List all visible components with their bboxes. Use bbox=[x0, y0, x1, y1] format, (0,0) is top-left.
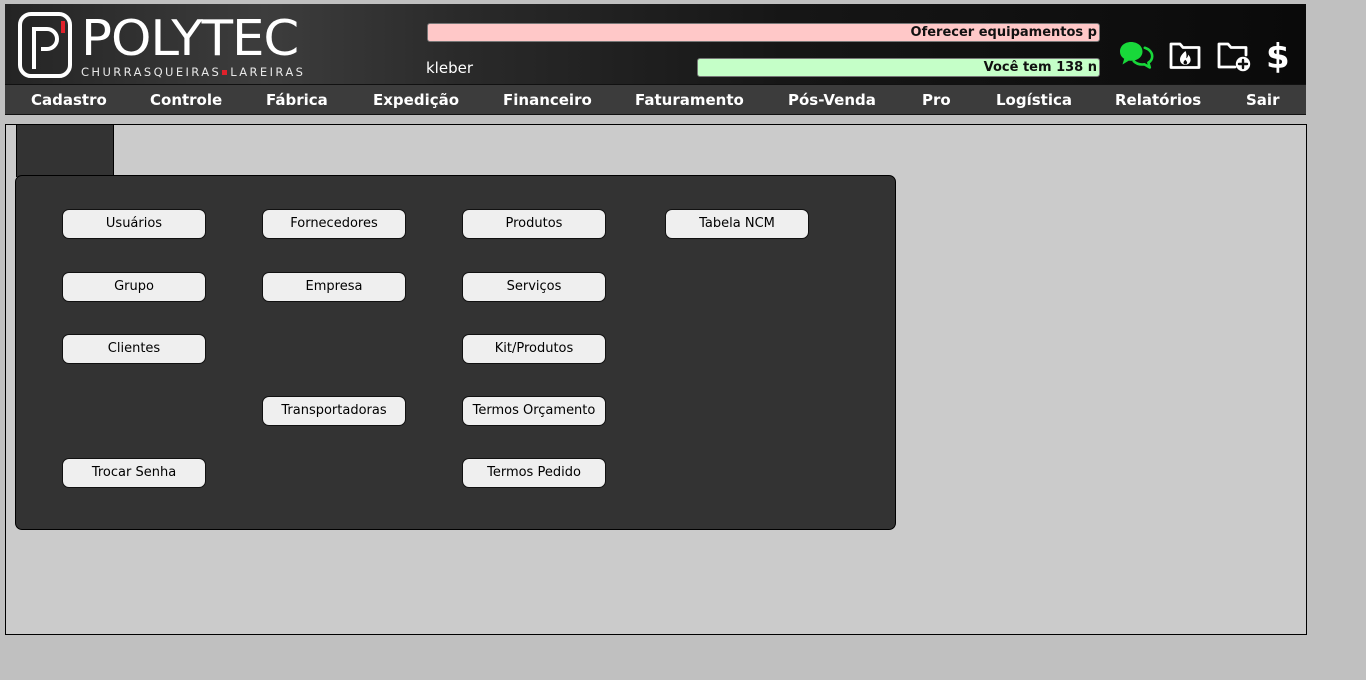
menu-faturamento[interactable]: Faturamento bbox=[635, 85, 744, 114]
menu-pos-venda[interactable]: Pós-Venda bbox=[788, 85, 876, 114]
menu-relatorios[interactable]: Relatórios bbox=[1115, 85, 1201, 114]
logo-subtitle-left: CHURRASQUEIRAS bbox=[81, 65, 222, 79]
chat-bubbles-icon[interactable] bbox=[1118, 39, 1154, 71]
header: POLYTEC CHURRASQUEIRAS LAREIRAS Oferecer … bbox=[5, 4, 1306, 84]
notice-ticker-bottom[interactable]: Você tem 138 n bbox=[697, 58, 1100, 77]
logo-title: POLYTEC bbox=[81, 10, 299, 67]
termos-pedido-button[interactable]: Termos Pedido bbox=[462, 458, 606, 488]
content-area: Usuários Grupo Clientes Trocar Senha For… bbox=[5, 124, 1307, 635]
logo-subtitle-dot bbox=[222, 69, 228, 75]
cadastro-panel: Usuários Grupo Clientes Trocar Senha For… bbox=[15, 175, 896, 530]
kit-produtos-button[interactable]: Kit/Produtos bbox=[462, 334, 606, 364]
fornecedores-button[interactable]: Fornecedores bbox=[262, 209, 406, 239]
panel-tab[interactable] bbox=[16, 125, 114, 177]
menu-cadastro[interactable]: Cadastro bbox=[31, 85, 107, 114]
grupo-button[interactable]: Grupo bbox=[62, 272, 206, 302]
notice-ticker-top[interactable]: Oferecer equipamentos p bbox=[427, 23, 1100, 42]
menu-sair[interactable]: Sair bbox=[1246, 85, 1279, 114]
transportadoras-button[interactable]: Transportadoras bbox=[262, 396, 406, 426]
menu-pro[interactable]: Pro bbox=[922, 85, 951, 114]
main-menu: Cadastro Controle Fábrica Expedição Fina… bbox=[5, 84, 1306, 115]
servicos-button[interactable]: Serviços bbox=[462, 272, 606, 302]
polytec-logo[interactable]: POLYTEC CHURRASQUEIRAS LAREIRAS bbox=[17, 11, 323, 79]
logged-user-name: kleber bbox=[426, 59, 473, 77]
logo-mark-icon bbox=[18, 12, 72, 78]
folder-plus-icon[interactable] bbox=[1216, 39, 1252, 73]
logo-subtitle-right: LAREIRAS bbox=[230, 65, 306, 79]
clientes-button[interactable]: Clientes bbox=[62, 334, 206, 364]
produtos-button[interactable]: Produtos bbox=[462, 209, 606, 239]
menu-fabrica[interactable]: Fábrica bbox=[266, 85, 328, 114]
menu-financeiro[interactable]: Financeiro bbox=[503, 85, 592, 114]
termos-orcamento-button[interactable]: Termos Orçamento bbox=[462, 396, 606, 426]
trocar-senha-button[interactable]: Trocar Senha bbox=[62, 458, 206, 488]
menu-logistica[interactable]: Logística bbox=[996, 85, 1072, 114]
folder-fire-icon[interactable] bbox=[1168, 39, 1202, 71]
dollar-icon[interactable]: $ bbox=[1266, 37, 1290, 77]
menu-expedicao[interactable]: Expedição bbox=[373, 85, 459, 114]
empresa-button[interactable]: Empresa bbox=[262, 272, 406, 302]
tabela-ncm-button[interactable]: Tabela NCM bbox=[665, 209, 809, 239]
logo-subtitle: CHURRASQUEIRAS LAREIRAS bbox=[81, 66, 305, 78]
menu-controle[interactable]: Controle bbox=[150, 85, 222, 114]
usuarios-button[interactable]: Usuários bbox=[62, 209, 206, 239]
